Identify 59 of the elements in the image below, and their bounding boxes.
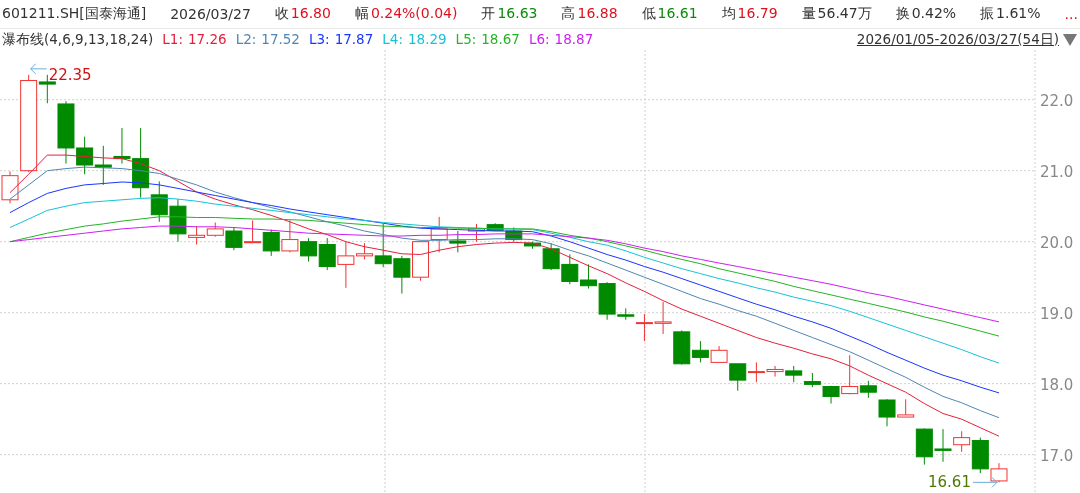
legend-label: L1: bbox=[162, 30, 183, 49]
candlestick bbox=[281, 219, 299, 253]
more-link[interactable]: ... bbox=[1064, 6, 1078, 22]
field-value: 16.63 bbox=[497, 5, 538, 23]
candlestick bbox=[262, 229, 280, 257]
date-range-link[interactable]: 2026/01/05-2026/03/27(54日) bbox=[856, 30, 1059, 49]
indicator-name: 瀑布线(4,6,9,13,18,24) bbox=[2, 30, 154, 49]
axis-tick-label: 20.0 bbox=[1040, 233, 1074, 252]
field-value: 0.42% bbox=[911, 5, 957, 23]
axis-tick-label: 18.0 bbox=[1040, 375, 1074, 394]
candlestick bbox=[654, 301, 672, 335]
price-annotation: 22.35 bbox=[48, 65, 92, 84]
field-value: 16.88 bbox=[577, 5, 618, 23]
legend-label: L2: bbox=[235, 30, 257, 49]
candlestick bbox=[803, 372, 821, 388]
dropdown-triangle-icon[interactable] bbox=[1062, 32, 1078, 47]
legend-label: L5: bbox=[455, 30, 477, 49]
legend-label: L3: bbox=[308, 30, 330, 49]
field-value: 16.61 bbox=[657, 5, 698, 23]
candlestick bbox=[300, 237, 318, 263]
axis-tick-label: 17.0 bbox=[1040, 446, 1074, 465]
field-label: 高 bbox=[561, 5, 576, 23]
candlestick bbox=[244, 219, 262, 244]
legend-value: 18.29 bbox=[407, 30, 447, 49]
legend-value: 17.87 bbox=[334, 30, 374, 49]
pointer-arrow bbox=[972, 476, 998, 488]
candlestick bbox=[318, 237, 336, 271]
candlestick bbox=[412, 241, 429, 282]
legend-value: 18.87 bbox=[554, 30, 594, 49]
field-label: 量 bbox=[801, 5, 816, 23]
legend-value: 17.26 bbox=[187, 30, 227, 49]
field-value: 56.47万 bbox=[817, 5, 872, 23]
axis-tick-label: 22.0 bbox=[1040, 91, 1074, 110]
field-label: 开 bbox=[481, 5, 496, 23]
legend-label: L6: bbox=[528, 30, 550, 49]
field-label: 收 bbox=[274, 5, 289, 23]
field-value: 1.61% bbox=[996, 5, 1041, 23]
field-label: 换 bbox=[895, 5, 910, 23]
field-label: 幅 bbox=[354, 5, 369, 23]
candlestick bbox=[915, 427, 933, 466]
axis-tick-label: 19.0 bbox=[1040, 304, 1074, 323]
legend-value: 18.67 bbox=[481, 30, 520, 49]
candlestick bbox=[393, 255, 411, 294]
quote-date: 2026/03/27 bbox=[170, 6, 251, 22]
field-label: 均 bbox=[721, 5, 736, 23]
pointer-arrow bbox=[30, 63, 48, 75]
stock-symbol: 601211.SH[国泰海通] bbox=[2, 5, 147, 23]
axis-tick-label: 21.0 bbox=[1040, 162, 1074, 181]
field-label: 振 bbox=[980, 5, 995, 23]
price-annotation: 16.61 bbox=[928, 473, 971, 492]
candlestick bbox=[561, 253, 579, 285]
legend-value: 17.52 bbox=[261, 30, 300, 49]
field-value: 16.80 bbox=[290, 5, 331, 23]
candlestick bbox=[94, 145, 112, 186]
field-value: 16.79 bbox=[737, 5, 778, 23]
field-label: 低 bbox=[641, 5, 656, 23]
field-value: 0.24%(0.04) bbox=[370, 5, 458, 23]
legend-label: L4: bbox=[382, 30, 403, 49]
candlestick bbox=[785, 365, 803, 383]
